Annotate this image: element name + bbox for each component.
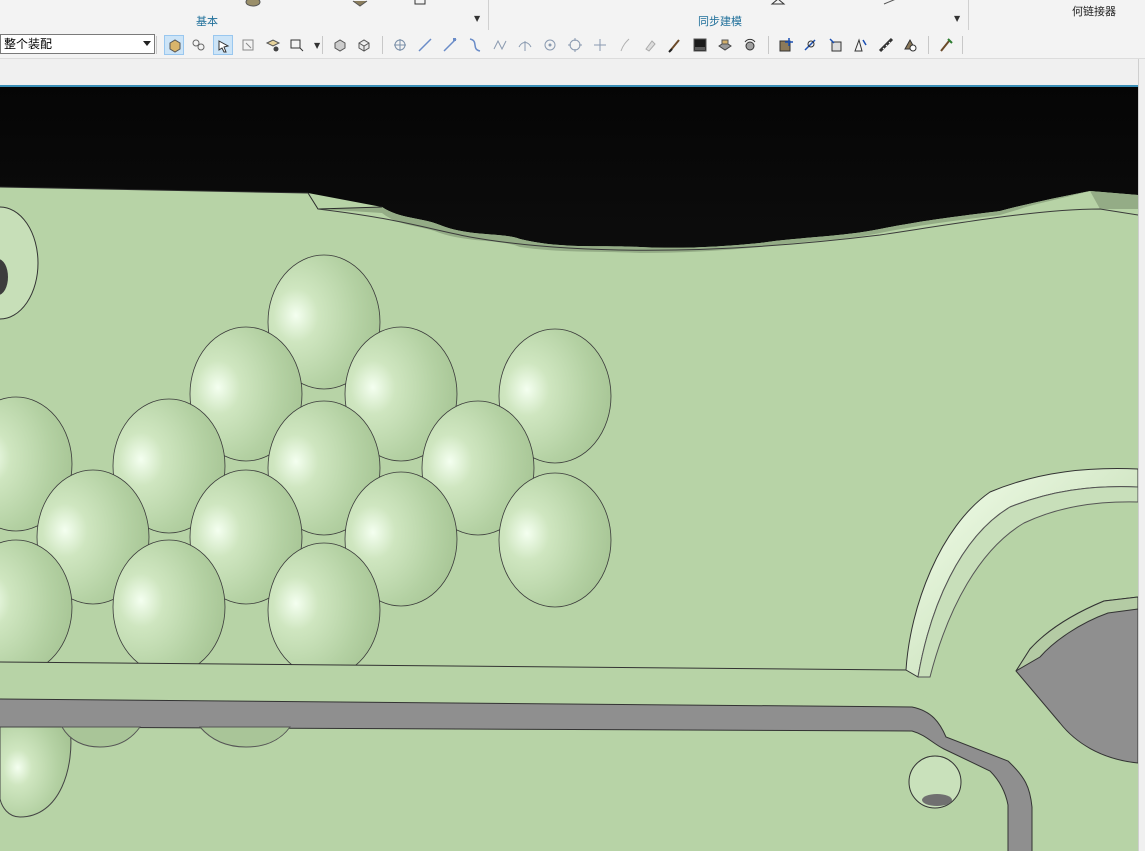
group-expand-arrow-icon[interactable]: ▼ — [954, 14, 960, 23]
toolbar-separator — [962, 36, 963, 54]
snap-endpoint-button[interactable] — [440, 35, 460, 55]
snap-intersection-button[interactable] — [515, 35, 535, 55]
select-bodies-button[interactable] — [238, 35, 258, 55]
snap-existing-point-icon — [594, 39, 606, 51]
ribbon-group-label: 基本 — [196, 15, 218, 28]
shaded-view-button[interactable] — [330, 35, 350, 55]
show-constraints-button[interactable] — [850, 35, 870, 55]
bump-dome[interactable] — [267, 542, 381, 678]
select-box-icon — [290, 39, 304, 52]
chevron-down-icon — [143, 41, 151, 46]
measure-button[interactable] — [876, 35, 896, 55]
brush-button[interactable] — [665, 35, 685, 55]
wireframe-view-button[interactable] — [354, 35, 374, 55]
selection-toolbar: 整个装配 ▼ — [0, 31, 1145, 59]
snap-on-face-button[interactable] — [640, 35, 660, 55]
snap-existing-point-button[interactable] — [590, 35, 610, 55]
select-feature-faces-icon — [265, 39, 281, 52]
move-component-button[interactable] — [800, 35, 820, 55]
select-box-dropdown-icon[interactable]: ▼ — [314, 41, 320, 50]
toolbar-separator — [156, 36, 157, 54]
toolbar-separator — [382, 36, 383, 54]
wireframe-view-icon — [358, 39, 370, 52]
snap-on-face-icon — [645, 40, 656, 52]
ribbon-cropped-icon[interactable] — [412, 0, 428, 5]
ribbon-cropped-icon[interactable] — [245, 0, 261, 7]
ribbon-cropped-icon[interactable] — [882, 0, 898, 5]
snap-quadrant-button[interactable] — [565, 35, 585, 55]
edit-object-display-button[interactable] — [936, 35, 956, 55]
vertical-scrollbar[interactable] — [1138, 59, 1145, 851]
edit-section-button[interactable] — [715, 35, 735, 55]
select-faces-icon — [218, 40, 230, 53]
selection-scope-value: 整个装配 — [4, 37, 53, 51]
snap-control-point-icon — [493, 39, 507, 51]
assembly-constraint-button[interactable] — [826, 35, 846, 55]
shaded-view-icon — [334, 39, 346, 52]
select-features-button[interactable] — [164, 35, 184, 55]
ribbon-cropped-icon[interactable] — [770, 0, 786, 5]
select-box-button[interactable] — [287, 35, 307, 55]
edit-section-icon — [718, 39, 732, 51]
graphics-viewport[interactable] — [0, 87, 1138, 851]
snap-line-icon — [418, 38, 432, 52]
snap-point-button[interactable] — [390, 35, 410, 55]
select-components-icon — [192, 39, 205, 51]
ribbon-bar: 基本 ▼ 同步建模 ▼ 何链接器 — [0, 0, 1145, 32]
ribbon-cropped-icon[interactable] — [352, 0, 368, 7]
select-components-button[interactable] — [188, 35, 208, 55]
ribbon-group-label: 同步建模 — [698, 15, 742, 28]
ribbon-button-label[interactable]: 何链接器 — [1072, 3, 1116, 19]
rotate-part-icon — [744, 38, 756, 51]
selection-scope-dropdown[interactable]: 整个装配 — [0, 34, 155, 54]
assembly-constraint-icon — [829, 38, 842, 52]
select-bodies-icon — [242, 39, 254, 51]
screen-button[interactable] — [690, 35, 710, 55]
measure-icon — [878, 37, 894, 53]
select-features-icon — [169, 39, 181, 53]
snap-on-curve-button[interactable] — [615, 35, 635, 55]
ribbon-separator — [968, 0, 969, 30]
brush-icon — [668, 39, 680, 53]
snap-center-icon — [544, 39, 556, 51]
select-faces-button[interactable] — [213, 35, 233, 55]
snap-curve-button[interactable] — [465, 35, 485, 55]
replace-component-icon — [904, 38, 917, 52]
snap-curve-icon — [469, 38, 481, 52]
add-component-button[interactable] — [776, 35, 796, 55]
screen-icon — [693, 38, 707, 52]
toolbar-spacer — [0, 59, 1145, 85]
edit-object-display-icon — [940, 38, 953, 52]
toolbar-separator — [928, 36, 929, 54]
add-component-icon — [779, 38, 793, 52]
toolbar-separator — [322, 36, 323, 54]
select-feature-faces-button[interactable] — [263, 35, 283, 55]
snap-quadrant-icon — [568, 38, 582, 52]
snap-endpoint-icon — [443, 38, 457, 52]
toolbar-separator — [768, 36, 769, 54]
snap-line-button[interactable] — [415, 35, 435, 55]
show-constraints-icon — [854, 38, 867, 52]
snap-center-button[interactable] — [540, 35, 560, 55]
snap-point-icon — [394, 39, 406, 51]
pin-hole[interactable] — [922, 794, 952, 806]
snap-control-point-button[interactable] — [490, 35, 510, 55]
ribbon-separator — [488, 0, 489, 30]
rotate-part-button[interactable] — [740, 35, 760, 55]
snap-intersection-icon — [518, 41, 532, 51]
snap-on-curve-icon — [620, 38, 630, 52]
move-component-icon — [804, 39, 816, 51]
bump-dome[interactable] — [498, 472, 612, 608]
model-scene[interactable] — [0, 87, 1138, 851]
group-expand-arrow-icon[interactable]: ▼ — [474, 14, 480, 23]
bump-dome[interactable] — [112, 539, 226, 675]
replace-component-button[interactable] — [900, 35, 920, 55]
